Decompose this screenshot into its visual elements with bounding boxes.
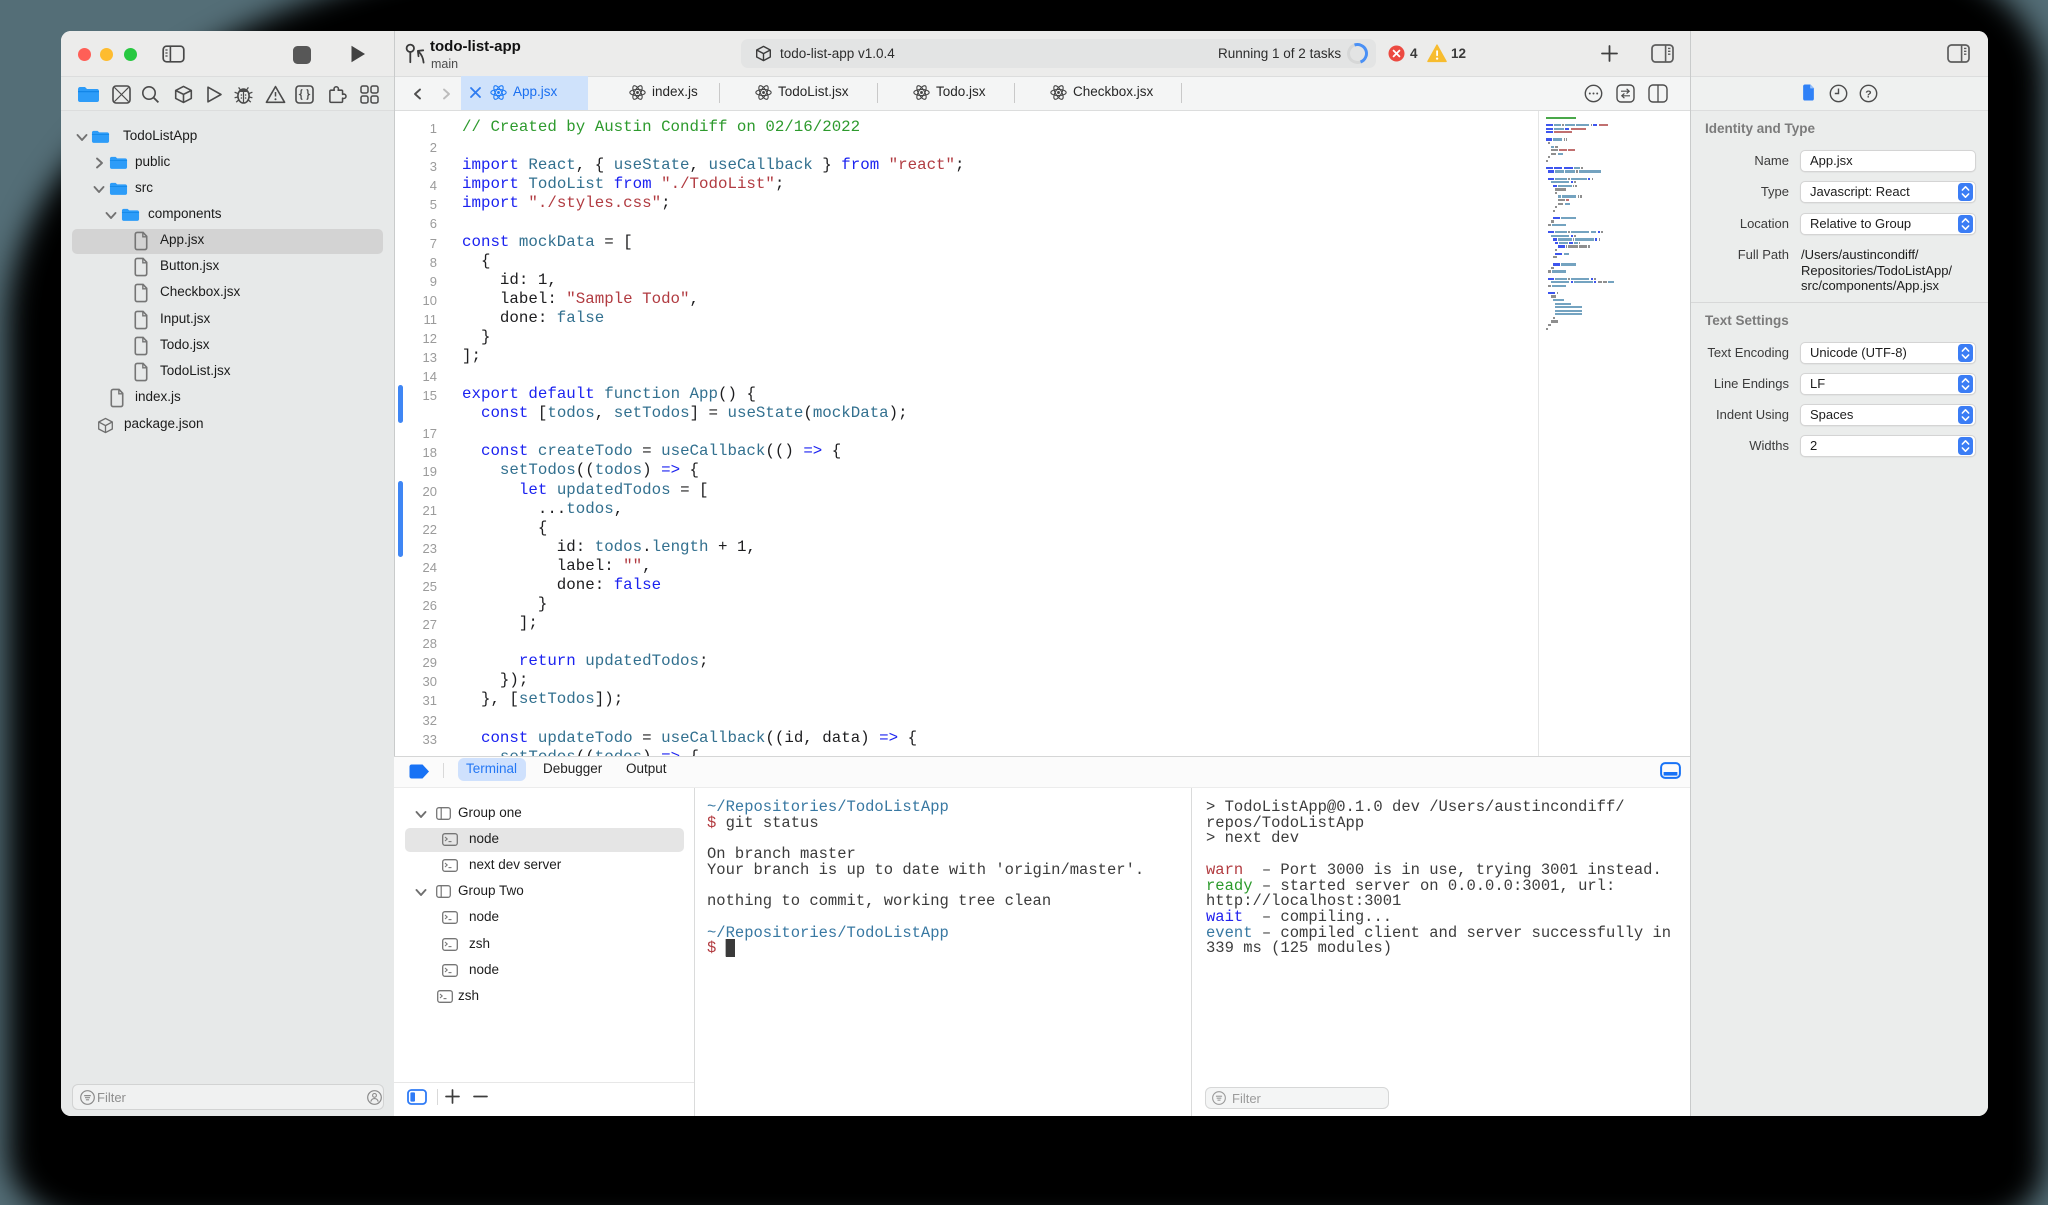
svg-text:?: ? — [1865, 88, 1871, 100]
